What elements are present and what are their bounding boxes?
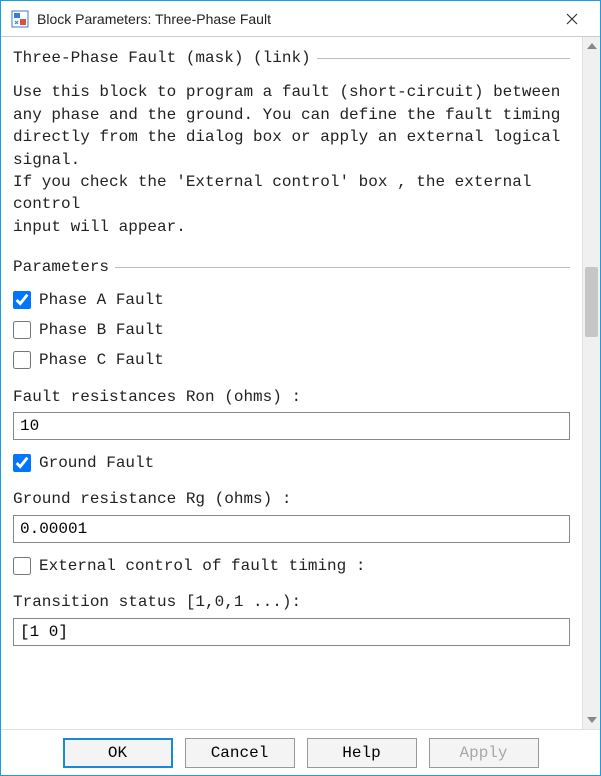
external-control-checkbox[interactable] (13, 557, 31, 575)
close-button[interactable] (554, 5, 590, 33)
phase-a-fault-row[interactable]: Phase A Fault (13, 285, 570, 315)
scroll-down-icon[interactable] (583, 711, 600, 729)
titlebar: Block Parameters: Three-Phase Fault (1, 1, 600, 37)
mask-legend: Three-Phase Fault (mask) (link) (13, 47, 317, 69)
ground-resistance-input[interactable] (13, 515, 570, 543)
phase-c-fault-row[interactable]: Phase C Fault (13, 345, 570, 375)
external-control-row[interactable]: External control of fault timing : (13, 551, 570, 581)
body-area: Three-Phase Fault (mask) (link) Use this… (1, 37, 600, 729)
window-title: Block Parameters: Three-Phase Fault (37, 11, 554, 27)
phase-c-fault-label: Phase C Fault (39, 349, 164, 371)
app-icon (11, 10, 29, 28)
parameters-legend: Parameters (13, 256, 115, 278)
cancel-button[interactable]: Cancel (185, 738, 295, 768)
ground-fault-row[interactable]: Ground Fault (13, 448, 570, 478)
ground-fault-label: Ground Fault (39, 452, 154, 474)
external-control-label: External control of fault timing : (39, 555, 365, 577)
dialog-window: Block Parameters: Three-Phase Fault Thre… (0, 0, 601, 776)
phase-a-fault-label: Phase A Fault (39, 289, 164, 311)
ground-resistance-label: Ground resistance Rg (ohms) : (13, 488, 570, 510)
help-button[interactable]: Help (307, 738, 417, 768)
mask-description: Use this block to program a fault (short… (13, 81, 570, 238)
scrollbar-thumb[interactable] (585, 267, 598, 337)
fault-resistance-input[interactable] (13, 412, 570, 440)
ground-fault-checkbox[interactable] (13, 454, 31, 472)
transition-status-label: Transition status [1,0,1 ...): (13, 591, 570, 613)
scroll-up-icon[interactable] (583, 37, 600, 55)
mask-fieldset: Three-Phase Fault (mask) (link) Use this… (13, 47, 570, 248)
phase-b-fault-row[interactable]: Phase B Fault (13, 315, 570, 345)
apply-button[interactable]: Apply (429, 738, 539, 768)
transition-status-input[interactable] (13, 618, 570, 646)
fault-resistance-label: Fault resistances Ron (ohms) : (13, 386, 570, 408)
phase-b-fault-label: Phase B Fault (39, 319, 164, 341)
parameters-fieldset: Parameters Phase A Fault Phase B Fault P… (13, 256, 570, 646)
vertical-scrollbar[interactable] (582, 37, 600, 729)
button-bar: OK Cancel Help Apply (1, 729, 600, 775)
phase-c-fault-checkbox[interactable] (13, 351, 31, 369)
phase-b-fault-checkbox[interactable] (13, 321, 31, 339)
ok-button[interactable]: OK (63, 738, 173, 768)
content: Three-Phase Fault (mask) (link) Use this… (1, 37, 582, 729)
phase-a-fault-checkbox[interactable] (13, 291, 31, 309)
